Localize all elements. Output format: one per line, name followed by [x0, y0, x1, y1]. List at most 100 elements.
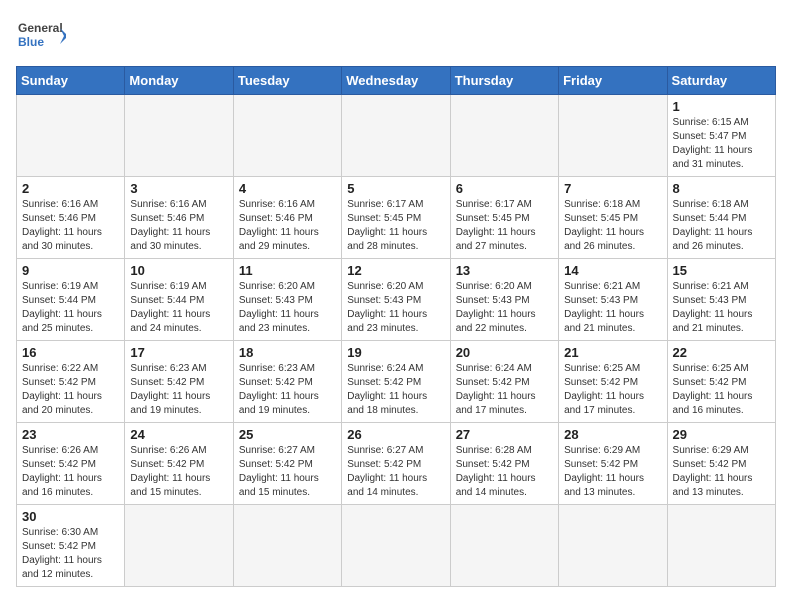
day-info: Sunrise: 6:15 AMSunset: 5:47 PMDaylight:… — [673, 116, 770, 172]
calendar-day-cell: 20Sunrise: 6:24 AMSunset: 5:42 PMDayligh… — [450, 341, 558, 423]
day-info: Sunrise: 6:17 AMSunset: 5:45 PMDaylight:… — [456, 198, 553, 254]
calendar-day-cell: 28 Sunrise: 6:29 AMSunset: 5:42 PMDayligh… — [559, 423, 667, 505]
day-number: 25 — [239, 427, 336, 442]
day-number: 23 — [22, 427, 119, 442]
day-info: Sunrise: 6:26 AMSunset: 5:42 PMDaylight:… — [22, 444, 119, 500]
calendar-day-cell — [125, 505, 233, 587]
calendar-week-row: 16 Sunrise: 6:22 AMSunset: 5:42 PMDayligh… — [17, 341, 776, 423]
calendar-day-cell: 16 Sunrise: 6:22 AMSunset: 5:42 PMDayligh… — [17, 341, 125, 423]
day-number: 9 — [22, 263, 119, 278]
day-info: Sunrise: 6:23 AMSunset: 5:42 PMDaylight:… — [239, 362, 336, 418]
calendar-day-cell: 24Sunrise: 6:26 AMSunset: 5:42 PMDayligh… — [125, 423, 233, 505]
calendar-day-cell: 5Sunrise: 6:17 AMSunset: 5:45 PMDaylight… — [342, 177, 450, 259]
calendar-day-cell: 11Sunrise: 6:20 AMSunset: 5:43 PMDayligh… — [233, 259, 341, 341]
calendar-day-cell: 9 Sunrise: 6:19 AMSunset: 5:44 PMDaylight… — [17, 259, 125, 341]
day-number: 20 — [456, 345, 553, 360]
calendar-day-cell: 14 Sunrise: 6:21 AMSunset: 5:43 PMDayligh… — [559, 259, 667, 341]
day-number: 19 — [347, 345, 444, 360]
calendar-day-cell: 27 Sunrise: 6:28 AMSunset: 5:42 PMDayligh… — [450, 423, 558, 505]
day-info: Sunrise: 6:25 AMSunset: 5:42 PMDaylight:… — [673, 362, 770, 418]
day-info: Sunrise: 6:21 AMSunset: 5:43 PMDaylight:… — [564, 280, 661, 336]
day-info: Sunrise: 6:16 AMSunset: 5:46 PMDaylight:… — [130, 198, 227, 254]
calendar-day-cell: 10 Sunrise: 6:19 AMSunset: 5:44 PMDayligh… — [125, 259, 233, 341]
day-number: 1 — [673, 99, 770, 114]
logo-svg: General Blue — [16, 16, 66, 56]
day-info: Sunrise: 6:20 AMSunset: 5:43 PMDaylight:… — [456, 280, 553, 336]
day-info: Sunrise: 6:18 AMSunset: 5:45 PMDaylight:… — [564, 198, 661, 254]
day-info: Sunrise: 6:16 AMSunset: 5:46 PMDaylight:… — [22, 198, 119, 254]
day-number: 12 — [347, 263, 444, 278]
day-number: 4 — [239, 181, 336, 196]
calendar-day-cell — [17, 95, 125, 177]
day-number: 26 — [347, 427, 444, 442]
day-number: 11 — [239, 263, 336, 278]
day-of-week-header: Tuesday — [233, 67, 341, 95]
day-number: 22 — [673, 345, 770, 360]
calendar-day-cell: 12Sunrise: 6:20 AMSunset: 5:43 PMDayligh… — [342, 259, 450, 341]
calendar-day-cell — [559, 95, 667, 177]
day-number: 8 — [673, 181, 770, 196]
day-info: Sunrise: 6:27 AMSunset: 5:42 PMDaylight:… — [239, 444, 336, 500]
day-info: Sunrise: 6:24 AMSunset: 5:42 PMDaylight:… — [347, 362, 444, 418]
calendar-day-cell: 21Sunrise: 6:25 AMSunset: 5:42 PMDayligh… — [559, 341, 667, 423]
day-number: 28 — [564, 427, 661, 442]
calendar-day-cell: 29Sunrise: 6:29 AMSunset: 5:42 PMDayligh… — [667, 423, 775, 505]
calendar-day-cell — [125, 95, 233, 177]
calendar-day-cell: 7Sunrise: 6:18 AMSunset: 5:45 PMDaylight… — [559, 177, 667, 259]
svg-text:Blue: Blue — [18, 35, 44, 49]
calendar-week-row: 23 Sunrise: 6:26 AMSunset: 5:42 PMDayligh… — [17, 423, 776, 505]
day-of-week-header: Saturday — [667, 67, 775, 95]
day-info: Sunrise: 6:25 AMSunset: 5:42 PMDaylight:… — [564, 362, 661, 418]
calendar-day-cell: 30 Sunrise: 6:30 AMSunset: 5:42 PMDayligh… — [17, 505, 125, 587]
calendar-day-cell — [342, 505, 450, 587]
day-info: Sunrise: 6:30 AMSunset: 5:42 PMDaylight:… — [22, 526, 119, 582]
day-of-week-header: Sunday — [17, 67, 125, 95]
day-info: Sunrise: 6:27 AMSunset: 5:42 PMDaylight:… — [347, 444, 444, 500]
calendar-day-cell: 13 Sunrise: 6:20 AMSunset: 5:43 PMDayligh… — [450, 259, 558, 341]
calendar-day-cell: 26 Sunrise: 6:27 AMSunset: 5:42 PMDayligh… — [342, 423, 450, 505]
calendar-day-cell — [559, 505, 667, 587]
day-number: 6 — [456, 181, 553, 196]
day-info: Sunrise: 6:16 AMSunset: 5:46 PMDaylight:… — [239, 198, 336, 254]
day-of-week-header: Thursday — [450, 67, 558, 95]
day-number: 18 — [239, 345, 336, 360]
calendar-day-cell — [667, 505, 775, 587]
day-info: Sunrise: 6:28 AMSunset: 5:42 PMDaylight:… — [456, 444, 553, 500]
day-number: 17 — [130, 345, 227, 360]
day-info: Sunrise: 6:17 AMSunset: 5:45 PMDaylight:… — [347, 198, 444, 254]
calendar-table: SundayMondayTuesdayWednesdayThursdayFrid… — [16, 66, 776, 587]
day-number: 13 — [456, 263, 553, 278]
day-of-week-header: Monday — [125, 67, 233, 95]
page-header: General Blue — [16, 16, 776, 56]
day-number: 30 — [22, 509, 119, 524]
day-number: 10 — [130, 263, 227, 278]
calendar-day-cell — [233, 95, 341, 177]
calendar-day-cell: 23 Sunrise: 6:26 AMSunset: 5:42 PMDayligh… — [17, 423, 125, 505]
calendar-day-cell — [233, 505, 341, 587]
day-number: 24 — [130, 427, 227, 442]
day-number: 15 — [673, 263, 770, 278]
calendar-header-row: SundayMondayTuesdayWednesdayThursdayFrid… — [17, 67, 776, 95]
calendar-week-row: 9 Sunrise: 6:19 AMSunset: 5:44 PMDaylight… — [17, 259, 776, 341]
calendar-day-cell: 18 Sunrise: 6:23 AMSunset: 5:42 PMDayligh… — [233, 341, 341, 423]
day-info: Sunrise: 6:18 AMSunset: 5:44 PMDaylight:… — [673, 198, 770, 254]
calendar-week-row: 30 Sunrise: 6:30 AMSunset: 5:42 PMDayligh… — [17, 505, 776, 587]
day-info: Sunrise: 6:19 AMSunset: 5:44 PMDaylight:… — [130, 280, 227, 336]
calendar-day-cell: 22 Sunrise: 6:25 AMSunset: 5:42 PMDayligh… — [667, 341, 775, 423]
calendar-day-cell — [342, 95, 450, 177]
day-info: Sunrise: 6:29 AMSunset: 5:42 PMDaylight:… — [564, 444, 661, 500]
calendar-day-cell: 17 Sunrise: 6:23 AMSunset: 5:42 PMDayligh… — [125, 341, 233, 423]
day-number: 14 — [564, 263, 661, 278]
day-info: Sunrise: 6:22 AMSunset: 5:42 PMDaylight:… — [22, 362, 119, 418]
day-info: Sunrise: 6:19 AMSunset: 5:44 PMDaylight:… — [22, 280, 119, 336]
day-number: 16 — [22, 345, 119, 360]
day-of-week-header: Friday — [559, 67, 667, 95]
calendar-day-cell: 4 Sunrise: 6:16 AMSunset: 5:46 PMDaylight… — [233, 177, 341, 259]
calendar-day-cell: 6 Sunrise: 6:17 AMSunset: 5:45 PMDaylight… — [450, 177, 558, 259]
calendar-day-cell: 15Sunrise: 6:21 AMSunset: 5:43 PMDayligh… — [667, 259, 775, 341]
day-number: 27 — [456, 427, 553, 442]
calendar-day-cell: 25 Sunrise: 6:27 AMSunset: 5:42 PMDayligh… — [233, 423, 341, 505]
calendar-day-cell — [450, 505, 558, 587]
calendar-day-cell: 3Sunrise: 6:16 AMSunset: 5:46 PMDaylight… — [125, 177, 233, 259]
day-info: Sunrise: 6:23 AMSunset: 5:42 PMDaylight:… — [130, 362, 227, 418]
